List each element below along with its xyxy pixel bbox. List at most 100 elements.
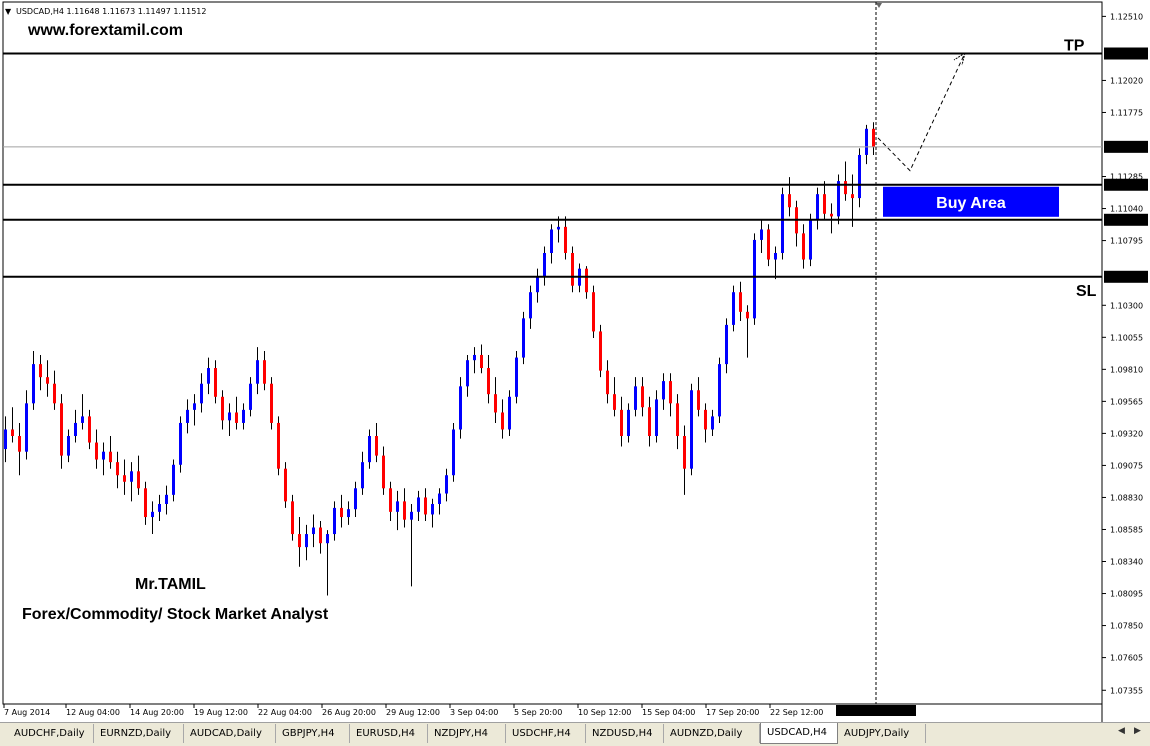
candle-body <box>319 527 322 544</box>
candle-body <box>312 527 315 535</box>
tab-audnzd-daily[interactable]: AUDNZD,Daily <box>664 724 760 743</box>
triangle-left-icon[interactable]: ◀ <box>1118 726 1125 736</box>
level-price-label: 1.12226 <box>1108 50 1141 59</box>
candle-body <box>697 390 700 410</box>
candle-body <box>242 409 245 423</box>
candle-body <box>459 386 462 430</box>
candle-body <box>207 368 210 384</box>
candle-body <box>11 429 14 437</box>
y-tick-label: 1.08095 <box>1110 590 1143 599</box>
bid-price-label: 1.11512 <box>1108 143 1141 152</box>
chart-canvas[interactable]: ▼ USDCAD,H4 1.11648 1.11673 1.11497 1.115… <box>0 0 1150 722</box>
candle-body <box>767 229 770 260</box>
candle-body <box>830 213 833 217</box>
candle-body <box>123 475 126 482</box>
candle-body <box>753 239 756 319</box>
candle-body <box>291 501 294 535</box>
candle-body <box>858 154 861 199</box>
candle-body <box>368 436 371 463</box>
candle-body <box>4 429 7 450</box>
y-tick-label: 1.07605 <box>1110 654 1143 663</box>
candle-body <box>396 501 399 512</box>
candle-body <box>760 229 763 240</box>
candle-body <box>235 412 238 423</box>
candle-body <box>158 503 161 512</box>
author-name: Mr.TAMIL <box>135 576 206 593</box>
candle-body <box>410 511 413 520</box>
y-tick-label: 1.08585 <box>1110 525 1143 534</box>
candle-body <box>599 331 602 371</box>
candle-body <box>95 442 98 460</box>
candle-body <box>844 181 847 195</box>
tab-audcad-daily[interactable]: AUDCAD,Daily <box>184 724 276 743</box>
x-tick-label: 5 Sep 20:00 <box>514 708 562 717</box>
price-chart[interactable]: ▼ USDCAD,H4 1.11648 1.11673 1.11497 1.115… <box>0 0 1150 722</box>
author-title: Forex/Commodity/ Stock Market Analyst <box>22 606 329 623</box>
candle-body <box>256 360 259 384</box>
candle-body <box>872 128 875 148</box>
candle-body <box>39 364 42 378</box>
x-tick-label: 12 Aug 04:00 <box>66 708 120 717</box>
x-tick-label: 14 Aug 20:00 <box>130 708 184 717</box>
candle-body <box>816 194 819 221</box>
candle-body <box>739 292 742 312</box>
tab-nzdjpy-h4[interactable]: NZDJPY,H4 <box>428 724 506 743</box>
candle-body <box>116 462 119 476</box>
candle-body <box>298 534 301 548</box>
symbol-header: USDCAD,H4 1.11648 1.11673 1.11497 1.1151… <box>16 7 206 16</box>
candle-body <box>382 455 385 489</box>
candle-body <box>718 364 721 417</box>
candle-body <box>571 252 574 286</box>
candle-body <box>585 268 588 293</box>
candle-body <box>109 451 112 463</box>
candle-body <box>81 416 84 423</box>
triangle-right-icon[interactable]: ▶ <box>1134 726 1141 736</box>
candle-body <box>53 383 56 404</box>
candle-body <box>641 386 644 408</box>
candle-body <box>802 233 805 260</box>
level-price-label: 1.11222 <box>1108 181 1141 190</box>
y-tick-label: 1.09810 <box>1110 365 1143 374</box>
candle-body <box>25 403 28 452</box>
candle-body <box>662 381 665 400</box>
candle-body <box>326 534 329 544</box>
candle-body <box>165 494 168 504</box>
candle-body <box>865 128 868 155</box>
level-label-SL: SL <box>1076 283 1097 300</box>
candle-body <box>186 409 189 423</box>
candle-body <box>340 507 343 518</box>
candle-body <box>172 464 175 495</box>
plot-frame <box>2 1 1103 705</box>
candle-body <box>536 276 539 293</box>
tab-usdcad-h4[interactable]: USDCAD,H4 <box>760 723 838 744</box>
y-tick-label: 1.07850 <box>1110 622 1143 631</box>
candle-body <box>431 503 434 515</box>
tab-gbpjpy-h4[interactable]: GBPJPY,H4 <box>276 724 350 743</box>
y-tick-label: 1.10300 <box>1110 301 1143 310</box>
candle-body <box>711 416 714 430</box>
tab-eurnzd-daily[interactable]: EURNZD,Daily <box>94 724 184 743</box>
y-tick-label: 1.11775 <box>1110 108 1143 117</box>
candle-body <box>60 403 63 456</box>
candle-body <box>564 226 567 253</box>
y-tick-label: 1.11040 <box>1110 205 1143 214</box>
cursor-time-label: 2014.09.26 20:00 <box>839 707 910 716</box>
y-tick-label: 1.12020 <box>1110 76 1143 85</box>
candle-body <box>277 422 280 469</box>
candle-body <box>88 416 91 443</box>
level-label-TP: TP <box>1064 38 1085 55</box>
candle-body <box>732 292 735 325</box>
tab-usdchf-h4[interactable]: USDCHF,H4 <box>506 724 586 743</box>
candle-body <box>837 181 840 217</box>
candle-body <box>221 396 224 421</box>
candle-body <box>529 292 532 319</box>
tab-nzdusd-h4[interactable]: NZDUSD,H4 <box>586 724 664 743</box>
tab-audchf-daily[interactable]: AUDCHF,Daily <box>8 724 94 743</box>
tab-audjpy-daily[interactable]: AUDJPY,Daily <box>838 724 926 743</box>
candle-body <box>487 368 490 395</box>
candle-body <box>130 471 133 482</box>
candle-body <box>452 429 455 476</box>
tab-eurusd-h4[interactable]: EURUSD,H4 <box>350 724 428 743</box>
candle-body <box>781 194 784 253</box>
candle-body <box>375 436 378 456</box>
